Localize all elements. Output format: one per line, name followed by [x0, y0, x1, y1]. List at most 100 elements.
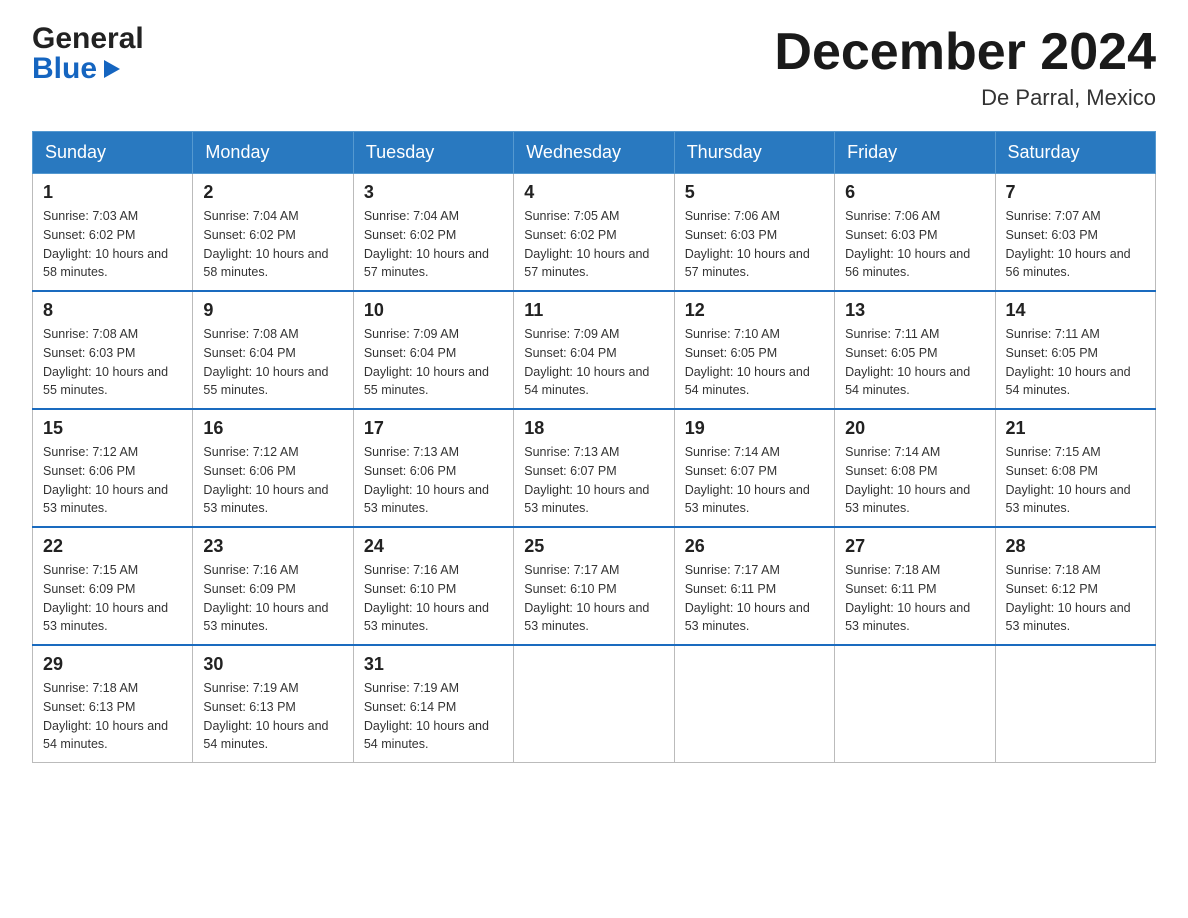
day-number: 9 — [203, 300, 342, 321]
day-header-friday: Friday — [835, 132, 995, 174]
day-number: 18 — [524, 418, 663, 439]
calendar-cell: 5 Sunrise: 7:06 AMSunset: 6:03 PMDaylight… — [674, 174, 834, 292]
day-number: 17 — [364, 418, 503, 439]
calendar-cell: 19Sunrise: 7:14 AMSunset: 6:07 PMDayligh… — [674, 409, 834, 527]
day-info: Sunrise: 7:17 AMSunset: 6:11 PMDaylight:… — [685, 561, 824, 636]
location-text: De Parral, Mexico — [774, 85, 1156, 111]
day-number: 2 — [203, 182, 342, 203]
day-info: Sunrise: 7:04 AMSunset: 6:02 PMDaylight:… — [203, 207, 342, 282]
day-info: Sunrise: 7:18 AMSunset: 6:11 PMDaylight:… — [845, 561, 984, 636]
calendar-cell: 7Sunrise: 7:07 AMSunset: 6:03 PMDaylight… — [995, 174, 1155, 292]
calendar-cell: 27 Sunrise: 7:18 AMSunset: 6:11 PMDayligh… — [835, 527, 995, 645]
day-info: Sunrise: 7:19 AMSunset: 6:13 PMDaylight:… — [203, 679, 342, 754]
day-number: 6 — [845, 182, 984, 203]
day-number: 27 — [845, 536, 984, 557]
day-info: Sunrise: 7:19 AMSunset: 6:14 PMDaylight:… — [364, 679, 503, 754]
calendar-cell: 11Sunrise: 7:09 AMSunset: 6:04 PMDayligh… — [514, 291, 674, 409]
calendar-cell: 15Sunrise: 7:12 AMSunset: 6:06 PMDayligh… — [33, 409, 193, 527]
day-info: Sunrise: 7:14 AMSunset: 6:08 PMDaylight:… — [845, 443, 984, 518]
calendar-cell: 10 Sunrise: 7:09 AMSunset: 6:04 PMDayligh… — [353, 291, 513, 409]
calendar-cell: 4 Sunrise: 7:05 AMSunset: 6:02 PMDaylight… — [514, 174, 674, 292]
calendar-cell: 2 Sunrise: 7:04 AMSunset: 6:02 PMDaylight… — [193, 174, 353, 292]
calendar-cell: 30 Sunrise: 7:19 AMSunset: 6:13 PMDayligh… — [193, 645, 353, 763]
day-number: 29 — [43, 654, 182, 675]
day-number: 12 — [685, 300, 824, 321]
day-info: Sunrise: 7:18 AMSunset: 6:12 PMDaylight:… — [1006, 561, 1145, 636]
day-info: Sunrise: 7:06 AMSunset: 6:03 PMDaylight:… — [685, 207, 824, 282]
month-title: December 2024 — [774, 24, 1156, 81]
day-number: 5 — [685, 182, 824, 203]
day-info: Sunrise: 7:08 AMSunset: 6:03 PMDaylight:… — [43, 325, 182, 400]
calendar-cell: 23Sunrise: 7:16 AMSunset: 6:09 PMDayligh… — [193, 527, 353, 645]
logo-blue-text: Blue — [32, 54, 144, 84]
day-info: Sunrise: 7:04 AMSunset: 6:02 PMDaylight:… — [364, 207, 503, 282]
day-number: 14 — [1006, 300, 1145, 321]
day-info: Sunrise: 7:15 AMSunset: 6:09 PMDaylight:… — [43, 561, 182, 636]
day-number: 22 — [43, 536, 182, 557]
day-info: Sunrise: 7:06 AMSunset: 6:03 PMDaylight:… — [845, 207, 984, 282]
day-info: Sunrise: 7:09 AMSunset: 6:04 PMDaylight:… — [364, 325, 503, 400]
day-number: 8 — [43, 300, 182, 321]
day-number: 10 — [364, 300, 503, 321]
calendar-cell — [835, 645, 995, 763]
week-row-1: 1 Sunrise: 7:03 AMSunset: 6:02 PMDaylight… — [33, 174, 1156, 292]
day-info: Sunrise: 7:12 AMSunset: 6:06 PMDaylight:… — [203, 443, 342, 518]
day-header-thursday: Thursday — [674, 132, 834, 174]
calendar-cell: 26Sunrise: 7:17 AMSunset: 6:11 PMDayligh… — [674, 527, 834, 645]
day-info: Sunrise: 7:10 AMSunset: 6:05 PMDaylight:… — [685, 325, 824, 400]
day-info: Sunrise: 7:16 AMSunset: 6:10 PMDaylight:… — [364, 561, 503, 636]
calendar-cell: 24 Sunrise: 7:16 AMSunset: 6:10 PMDayligh… — [353, 527, 513, 645]
logo-triangle-icon — [100, 58, 122, 80]
calendar-cell: 21 Sunrise: 7:15 AMSunset: 6:08 PMDayligh… — [995, 409, 1155, 527]
day-info: Sunrise: 7:09 AMSunset: 6:04 PMDaylight:… — [524, 325, 663, 400]
calendar-cell: 6 Sunrise: 7:06 AMSunset: 6:03 PMDaylight… — [835, 174, 995, 292]
header: General Blue December 2024 De Parral, Me… — [32, 24, 1156, 111]
day-info: Sunrise: 7:14 AMSunset: 6:07 PMDaylight:… — [685, 443, 824, 518]
day-number: 31 — [364, 654, 503, 675]
day-number: 3 — [364, 182, 503, 203]
calendar-cell — [674, 645, 834, 763]
week-row-2: 8 Sunrise: 7:08 AMSunset: 6:03 PMDaylight… — [33, 291, 1156, 409]
week-row-3: 15 Sunrise: 7:12 AMSunset: 6:06 PMDayligh… — [33, 409, 1156, 527]
calendar-cell: 13 Sunrise: 7:11 AMSunset: 6:05 PMDayligh… — [835, 291, 995, 409]
day-number: 25 — [524, 536, 663, 557]
day-info: Sunrise: 7:11 AMSunset: 6:05 PMDaylight:… — [845, 325, 984, 400]
calendar-header-row: SundayMondayTuesdayWednesdayThursdayFrid… — [33, 132, 1156, 174]
day-info: Sunrise: 7:05 AMSunset: 6:02 PMDaylight:… — [524, 207, 663, 282]
calendar-cell: 3 Sunrise: 7:04 AMSunset: 6:02 PMDaylight… — [353, 174, 513, 292]
day-number: 24 — [364, 536, 503, 557]
calendar-cell: 14 Sunrise: 7:11 AMSunset: 6:05 PMDayligh… — [995, 291, 1155, 409]
calendar-cell: 1 Sunrise: 7:03 AMSunset: 6:02 PMDaylight… — [33, 174, 193, 292]
calendar-cell: 22 Sunrise: 7:15 AMSunset: 6:09 PMDayligh… — [33, 527, 193, 645]
day-number: 21 — [1006, 418, 1145, 439]
day-number: 30 — [203, 654, 342, 675]
day-number: 16 — [203, 418, 342, 439]
day-number: 13 — [845, 300, 984, 321]
calendar-cell — [514, 645, 674, 763]
calendar-table: SundayMondayTuesdayWednesdayThursdayFrid… — [32, 131, 1156, 763]
day-info: Sunrise: 7:16 AMSunset: 6:09 PMDaylight:… — [203, 561, 342, 636]
day-number: 20 — [845, 418, 984, 439]
day-info: Sunrise: 7:08 AMSunset: 6:04 PMDaylight:… — [203, 325, 342, 400]
calendar-cell: 29Sunrise: 7:18 AMSunset: 6:13 PMDayligh… — [33, 645, 193, 763]
day-header-wednesday: Wednesday — [514, 132, 674, 174]
day-header-monday: Monday — [193, 132, 353, 174]
day-info: Sunrise: 7:13 AMSunset: 6:07 PMDaylight:… — [524, 443, 663, 518]
calendar-cell: 16 Sunrise: 7:12 AMSunset: 6:06 PMDayligh… — [193, 409, 353, 527]
day-info: Sunrise: 7:17 AMSunset: 6:10 PMDaylight:… — [524, 561, 663, 636]
day-number: 4 — [524, 182, 663, 203]
day-info: Sunrise: 7:15 AMSunset: 6:08 PMDaylight:… — [1006, 443, 1145, 518]
day-header-saturday: Saturday — [995, 132, 1155, 174]
calendar-cell: 28Sunrise: 7:18 AMSunset: 6:12 PMDayligh… — [995, 527, 1155, 645]
logo-general-text: General — [32, 24, 144, 54]
day-info: Sunrise: 7:13 AMSunset: 6:06 PMDaylight:… — [364, 443, 503, 518]
week-row-4: 22 Sunrise: 7:15 AMSunset: 6:09 PMDayligh… — [33, 527, 1156, 645]
day-header-sunday: Sunday — [33, 132, 193, 174]
calendar-cell: 8 Sunrise: 7:08 AMSunset: 6:03 PMDaylight… — [33, 291, 193, 409]
day-info: Sunrise: 7:03 AMSunset: 6:02 PMDaylight:… — [43, 207, 182, 282]
calendar-cell — [995, 645, 1155, 763]
day-info: Sunrise: 7:11 AMSunset: 6:05 PMDaylight:… — [1006, 325, 1145, 400]
day-header-tuesday: Tuesday — [353, 132, 513, 174]
day-number: 1 — [43, 182, 182, 203]
day-number: 15 — [43, 418, 182, 439]
